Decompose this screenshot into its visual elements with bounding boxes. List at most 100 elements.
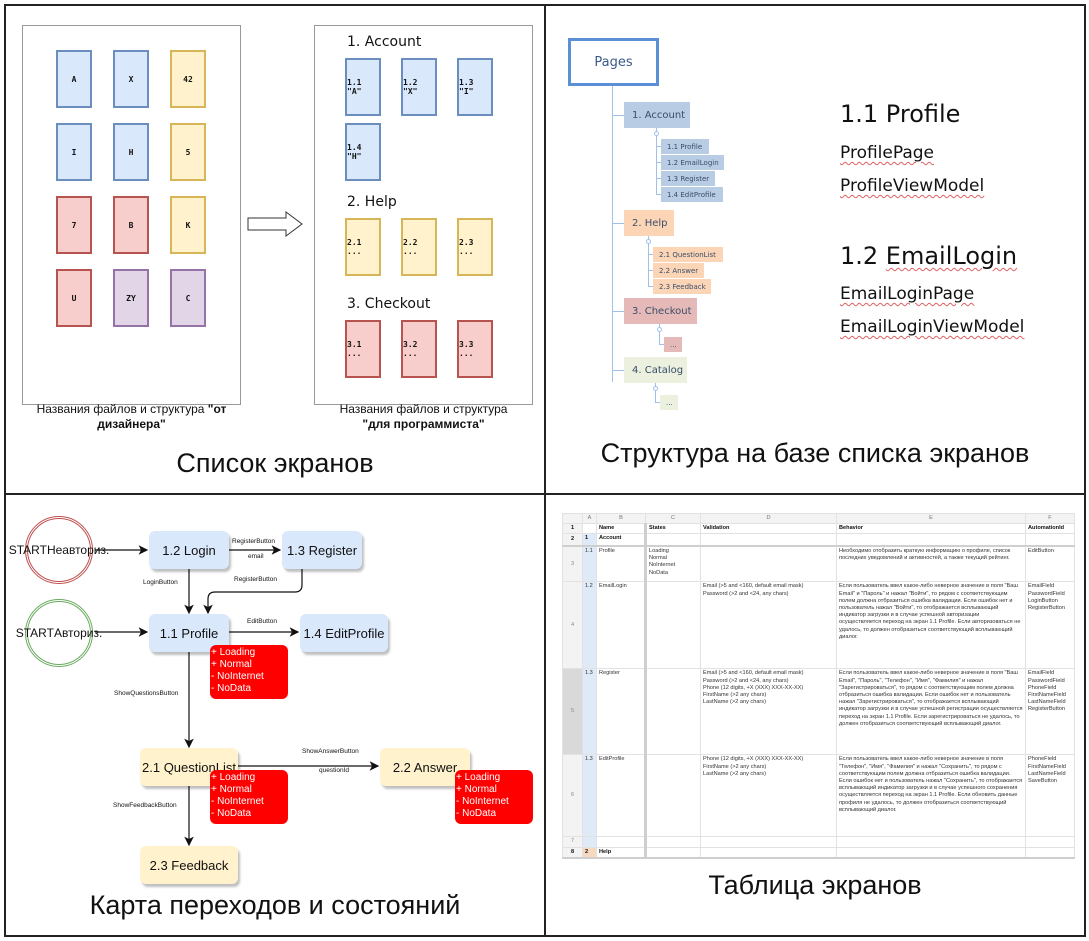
cell-d[interactable] bbox=[700, 846, 837, 859]
cell-b[interactable]: Account bbox=[596, 533, 647, 547]
row-number[interactable]: 6 bbox=[562, 754, 583, 838]
cell-e[interactable] bbox=[836, 533, 1026, 547]
cell-a[interactable]: 2 bbox=[582, 846, 597, 859]
cell-f[interactable]: EditButton bbox=[1025, 545, 1075, 583]
cell-e[interactable]: Если пользователь ввел какое-либо неверн… bbox=[836, 668, 1026, 756]
tree-group-node[interactable]: 4. Catalog bbox=[624, 357, 687, 383]
cell[interactable] bbox=[582, 523, 597, 535]
cell-b[interactable] bbox=[596, 836, 647, 848]
cell-c[interactable] bbox=[645, 846, 701, 859]
col-header-f[interactable]: F bbox=[1025, 512, 1075, 525]
quadrant-caption: Список экранов bbox=[176, 448, 374, 478]
row-number[interactable]: 2 bbox=[562, 533, 583, 547]
designer-screen-card: H bbox=[113, 123, 149, 181]
edge-label-show-feedback: ShowFeedbackButton bbox=[113, 802, 177, 809]
col-header-e[interactable]: E bbox=[836, 512, 1026, 525]
edge-label-question-id: questionId bbox=[319, 767, 349, 774]
tree-group-node[interactable]: 1. Account bbox=[624, 102, 690, 128]
row-number[interactable]: 1 bbox=[562, 523, 583, 535]
cell-b[interactable]: EditProfile bbox=[596, 754, 647, 838]
row-number[interactable]: 4 bbox=[562, 581, 583, 670]
example-page-class: EmailLoginPage bbox=[840, 284, 975, 304]
cell-f[interactable] bbox=[1025, 846, 1075, 859]
cell-a[interactable]: 1.1 bbox=[582, 545, 597, 583]
cell-e[interactable]: Необходимо отобразить краткую информацию… bbox=[836, 545, 1026, 583]
tree-page-node[interactable]: 2.3 Feedback bbox=[653, 279, 711, 294]
quadrant-caption: Структура на базе списка экранов bbox=[600, 438, 1030, 468]
programmer-screen-card: 2.3 ... bbox=[457, 218, 493, 276]
collapse-toggle-icon[interactable] bbox=[646, 239, 651, 244]
cell-d[interactable]: Email (>5 and <160, default email mask) … bbox=[700, 581, 837, 670]
row-number[interactable]: 3 bbox=[562, 545, 583, 583]
cell-f[interactable]: EmailField PasswordField LoginButton Reg… bbox=[1025, 581, 1075, 670]
cell-f[interactable]: EmailField PasswordField PhoneField Firs… bbox=[1025, 668, 1075, 756]
cell-a[interactable]: 1 bbox=[582, 533, 597, 547]
header-automation-id[interactable]: AutomationId bbox=[1025, 523, 1075, 535]
cell-d[interactable] bbox=[700, 533, 837, 547]
designer-caption: Названия файлов и структура "от дизайнер… bbox=[36, 402, 227, 431]
cell-b[interactable]: EmailLogin bbox=[596, 581, 647, 670]
cell-e[interactable]: Если пользователь ввел какое-либо неверн… bbox=[836, 754, 1026, 838]
cell-a[interactable]: 1.3 bbox=[582, 668, 597, 756]
tree-group-node[interactable]: 3. Checkout bbox=[624, 298, 697, 324]
cell-a[interactable] bbox=[582, 836, 597, 848]
cell-d[interactable] bbox=[700, 545, 837, 583]
cell-c[interactable] bbox=[645, 581, 701, 670]
cell-e[interactable] bbox=[836, 836, 1026, 848]
designer-screen-card: U bbox=[56, 269, 92, 327]
collapse-toggle-icon[interactable] bbox=[654, 131, 659, 136]
cell-f[interactable] bbox=[1025, 836, 1075, 848]
header-behavior[interactable]: Behavior bbox=[836, 523, 1026, 535]
section-title: 1. Account bbox=[347, 34, 422, 50]
programmer-screen-card: 3.1 ... bbox=[345, 320, 381, 378]
tree-page-node[interactable]: 1.4 EditProfile bbox=[661, 187, 723, 202]
col-header-c[interactable]: C bbox=[645, 512, 701, 525]
col-header-d[interactable]: D bbox=[700, 512, 837, 525]
cell-c[interactable]: Loading Normal NoInternet NoData bbox=[645, 545, 701, 583]
tree-page-node[interactable]: 2.1 QuestionList bbox=[653, 247, 723, 262]
cell-c[interactable] bbox=[645, 836, 701, 848]
tree-page-node[interactable]: 1.3 Register bbox=[661, 171, 715, 186]
cell-f[interactable]: PhoneField FirstNameField LastNameField … bbox=[1025, 754, 1075, 838]
edge-label-edit-button: EditButton bbox=[247, 618, 277, 625]
collapse-toggle-icon[interactable] bbox=[653, 386, 658, 391]
tree-page-node[interactable]: 1.2 EmailLogin bbox=[661, 155, 724, 170]
header-validation[interactable]: Validation bbox=[700, 523, 837, 535]
cell-a[interactable]: 1.2 bbox=[582, 581, 597, 670]
header-states[interactable]: States bbox=[645, 523, 701, 535]
cell-c[interactable] bbox=[645, 668, 701, 756]
cell-d[interactable]: Email (>5 and <160, default email mask) … bbox=[700, 668, 837, 756]
row-number[interactable]: 7 bbox=[562, 836, 583, 848]
tree-page-node[interactable]: ... bbox=[660, 395, 678, 410]
col-header-b[interactable]: B bbox=[596, 512, 646, 525]
header-name[interactable]: Name bbox=[596, 523, 647, 535]
cell-b[interactable]: Register bbox=[596, 668, 647, 756]
cell-e[interactable]: Если пользователь ввел какое-либо неверн… bbox=[836, 581, 1026, 670]
tree-page-node[interactable]: 2.2 Answer bbox=[653, 263, 704, 278]
cell-d[interactable] bbox=[700, 836, 837, 848]
collapse-toggle-icon[interactable] bbox=[657, 327, 662, 332]
corner-cell[interactable] bbox=[562, 512, 583, 525]
tree-page-node[interactable]: 1.1 Profile bbox=[661, 139, 709, 154]
cell-d[interactable]: Phone (12 digits, +X (XXX) XXX-XX-XX) Fi… bbox=[700, 754, 837, 838]
tree-page-node[interactable]: ... bbox=[664, 337, 682, 352]
designer-screen-card: A bbox=[56, 50, 92, 108]
edge-label-show-questions: ShowQuestionsButton bbox=[114, 690, 179, 697]
row-number[interactable]: 8 bbox=[562, 846, 583, 859]
cell-b[interactable]: Profile bbox=[596, 545, 647, 583]
programmer-screen-card: 2.2 ... bbox=[401, 218, 437, 276]
tree-group-node[interactable]: 2. Help bbox=[624, 210, 674, 236]
section-title: 3. Checkout bbox=[347, 296, 431, 312]
cell-c[interactable] bbox=[645, 754, 701, 838]
table-header-row: 1 Name States Validation Behavior Automa… bbox=[562, 523, 1075, 535]
row-number[interactable]: 5 bbox=[562, 668, 583, 756]
cell-e[interactable] bbox=[836, 846, 1026, 859]
cell-b[interactable]: Help bbox=[596, 846, 647, 859]
tree-connector bbox=[612, 86, 613, 382]
example-screen-title: 1.1 Profile bbox=[840, 100, 961, 128]
cell-f[interactable] bbox=[1025, 533, 1075, 547]
col-header-a[interactable]: A bbox=[582, 512, 597, 525]
cell-a[interactable]: 1.3 bbox=[582, 754, 597, 838]
example-screen-title: 1.2 EmailLogin bbox=[840, 242, 1018, 270]
cell-c[interactable] bbox=[645, 533, 701, 547]
